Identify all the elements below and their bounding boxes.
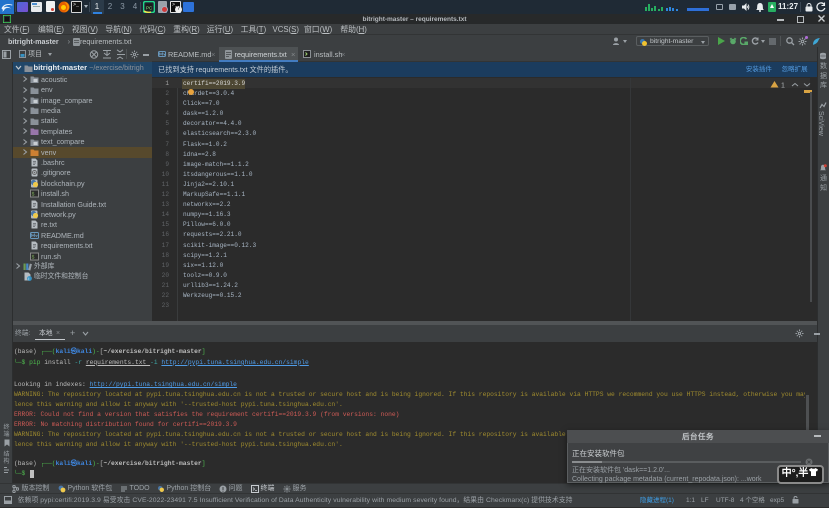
svg-text:$: $ [32, 254, 35, 260]
svg-text:PC: PC [146, 6, 153, 11]
svg-text:1: 1 [781, 83, 785, 90]
svg-text:$: $ [32, 192, 35, 198]
svg-text:i: i [28, 277, 29, 281]
